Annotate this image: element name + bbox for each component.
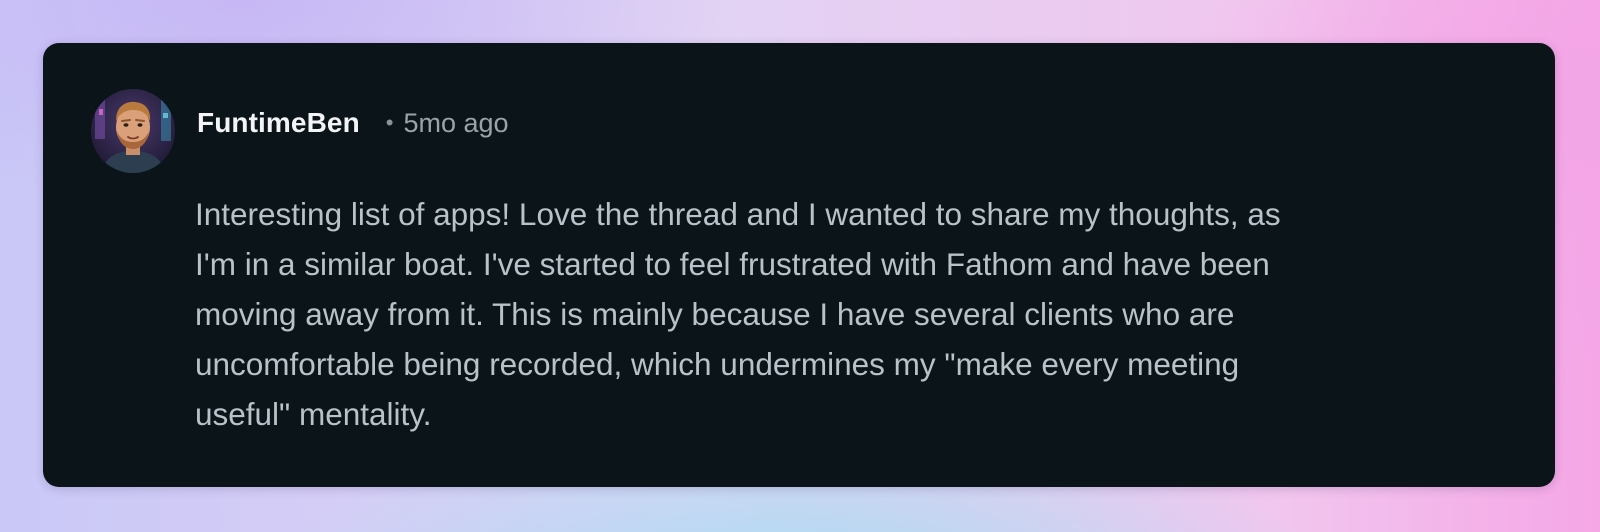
comment-line: moving away from it. This is mainly beca… <box>195 296 1235 332</box>
comment-line: uncomfortable being recorded, which unde… <box>195 346 1240 382</box>
comment-header: FuntimeBen • 5mo ago <box>197 105 509 141</box>
comment-line: useful" mentality. <box>195 396 432 432</box>
comment-body: Interesting list of apps! Love the threa… <box>195 189 1515 439</box>
username-link[interactable]: FuntimeBen <box>197 107 360 139</box>
comment-line: Interesting list of apps! Love the threa… <box>195 196 1281 232</box>
comment-line: I'm in a similar boat. I've started to f… <box>195 246 1270 282</box>
avatar-portrait-icon <box>91 89 175 173</box>
separator-dot: • <box>385 110 394 135</box>
user-avatar[interactable] <box>91 89 175 173</box>
timestamp[interactable]: 5mo ago <box>403 108 508 139</box>
comment-card: FuntimeBen • 5mo ago Interesting list of… <box>43 43 1555 487</box>
